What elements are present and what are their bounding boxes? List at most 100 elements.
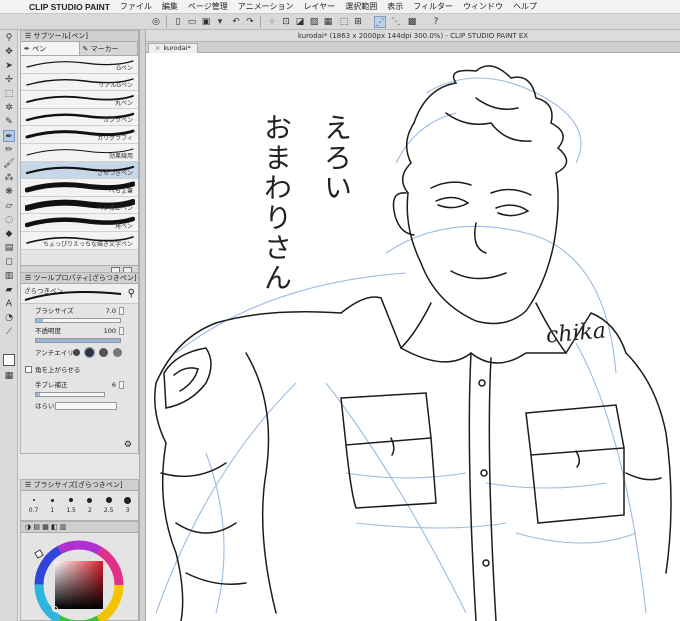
clear-icon[interactable]: ⊡: [280, 16, 292, 28]
snap-grid-icon[interactable]: ▩: [406, 16, 418, 28]
approximate-color-tab-icon[interactable]: ◧: [51, 523, 60, 531]
brush-item[interactable]: ちょっぴりえっちな描き文字ペン: [21, 231, 138, 250]
brush-size-preset[interactable]: [119, 493, 136, 507]
brush-item[interactable]: ベタ修正ペン: [21, 196, 138, 215]
brush-size-preset[interactable]: [44, 493, 61, 507]
panel-menu-icon[interactable]: ☰: [25, 32, 34, 40]
brush-size-value[interactable]: 7.0: [106, 304, 116, 318]
open-file-icon[interactable]: ▭: [186, 16, 198, 28]
menu-filter[interactable]: フィルター: [413, 1, 453, 12]
deselect-icon[interactable]: ▨: [308, 16, 320, 28]
redo-icon[interactable]: ↷: [244, 16, 256, 28]
figure-tool-icon[interactable]: ◻: [3, 256, 15, 268]
panel-menu-icon[interactable]: ☰: [25, 274, 34, 282]
balloon-tool-icon[interactable]: ◔: [3, 312, 15, 324]
antialias-strong-option[interactable]: [113, 348, 122, 357]
settings-gear-icon[interactable]: ⚙: [124, 440, 132, 450]
menu-view[interactable]: 表示: [387, 1, 403, 12]
drawing-canvas[interactable]: えろい おまわりさん chika: [146, 53, 680, 621]
clip-studio-icon[interactable]: ◎: [150, 16, 162, 28]
antialias-weak-option[interactable]: [84, 347, 95, 358]
help-icon[interactable]: ?: [430, 16, 442, 28]
stabilization-spinner[interactable]: [119, 381, 124, 389]
main-color-swatch[interactable]: [3, 340, 15, 352]
snap-special-ruler-icon[interactable]: ⋱: [390, 16, 402, 28]
sweep-selector[interactable]: [55, 402, 117, 410]
color-wheel[interactable]: [21, 533, 138, 621]
airbrush-tool-icon[interactable]: ⁂: [3, 172, 15, 184]
layer-move-tool-icon[interactable]: ✢: [3, 74, 15, 86]
new-file-icon[interactable]: ▯: [172, 16, 184, 28]
brush-size-spinner[interactable]: [119, 307, 124, 315]
correct-line-tool-icon[interactable]: ⟋: [3, 326, 15, 338]
stabilization-value[interactable]: 6: [112, 378, 116, 392]
brush-size-preset[interactable]: [81, 493, 98, 507]
brush-item[interactable]: 効果線用: [21, 143, 138, 162]
brush-size-slider[interactable]: [35, 318, 121, 323]
eyedropper-tool-icon[interactable]: ✎: [3, 116, 15, 128]
invert-selection-icon[interactable]: ▦: [322, 16, 334, 28]
opacity-slider[interactable]: [35, 338, 121, 343]
brush-size-preset[interactable]: [100, 493, 117, 507]
pencil-tool-icon[interactable]: ✏: [3, 144, 15, 156]
ruler-tool-icon[interactable]: ▰: [3, 284, 15, 296]
operation-tool-icon[interactable]: ➤: [3, 60, 15, 72]
brush-item[interactable]: べちょ筆: [21, 179, 138, 197]
snap-ruler-icon[interactable]: ⋰: [374, 16, 386, 28]
fill-tool-icon[interactable]: ◆: [3, 228, 15, 240]
decoration-tool-icon[interactable]: ❋: [3, 186, 15, 198]
close-icon[interactable]: ×: [155, 44, 160, 52]
menu-window[interactable]: ウィンドウ: [463, 1, 503, 12]
antialias-medium-option[interactable]: [99, 348, 108, 357]
blend-tool-icon[interactable]: ◌: [3, 214, 15, 226]
text-tool-icon[interactable]: A: [3, 298, 15, 310]
show-selection-icon[interactable]: ⬚: [338, 16, 350, 28]
brush-item[interactable]: Gペン: [21, 56, 138, 74]
panel-menu-icon[interactable]: ☰: [25, 481, 34, 489]
opacity-spinner[interactable]: [119, 327, 124, 335]
opacity-value[interactable]: 100: [104, 324, 116, 338]
menu-help[interactable]: ヘルプ: [513, 1, 537, 12]
gradient-tool-icon[interactable]: ▤: [3, 242, 15, 254]
stabilization-slider[interactable]: [35, 392, 105, 397]
brush-tool-icon[interactable]: 🖌: [3, 158, 15, 170]
corner-checkbox[interactable]: [25, 366, 32, 373]
brush-size-preset[interactable]: [63, 493, 80, 507]
save-icon[interactable]: ▣: [200, 16, 212, 28]
eraser-tool-icon[interactable]: ▱: [3, 200, 15, 212]
brush-item[interactable]: カリグラフィ: [21, 126, 138, 144]
pen-tool-icon[interactable]: ✒: [3, 130, 15, 142]
undo-icon[interactable]: ↶: [230, 16, 242, 28]
dropdown-icon[interactable]: ▾: [214, 16, 226, 28]
brush-item[interactable]: 角ペン: [21, 214, 138, 232]
brush-item[interactable]: 丸ペン: [21, 91, 138, 109]
menu-selection[interactable]: 選択範囲: [345, 1, 377, 12]
color-slider-tab-icon[interactable]: ▤: [33, 523, 42, 531]
brush-item[interactable]: リアルGペン: [21, 73, 138, 92]
menu-animation[interactable]: アニメーション: [238, 1, 294, 12]
color-set-tab-icon[interactable]: ▦: [42, 523, 51, 531]
move-tool-icon[interactable]: ✥: [3, 46, 15, 58]
brush-item[interactable]: ざらつきペン: [21, 161, 138, 180]
brush-item[interactable]: カブラペン: [21, 108, 138, 127]
color-history-tab-icon[interactable]: ▥: [60, 523, 67, 531]
fill-icon[interactable]: ◪: [294, 16, 306, 28]
selection-launcher-icon[interactable]: ⊞: [352, 16, 364, 28]
antialias-none-option[interactable]: [73, 349, 80, 356]
tab-pen[interactable]: ✒ ペン: [21, 42, 80, 55]
transparent-color-icon[interactable]: ▦: [3, 370, 15, 382]
menu-layer[interactable]: レイヤー: [303, 1, 335, 12]
frame-tool-icon[interactable]: ▥: [3, 270, 15, 282]
transform-icon[interactable]: ⁘: [266, 16, 278, 28]
menu-page[interactable]: ページ管理: [188, 1, 228, 12]
brush-size-preset[interactable]: [25, 493, 42, 507]
sub-color-swatch[interactable]: [3, 354, 15, 366]
menu-file[interactable]: ファイル: [120, 1, 152, 12]
app-name-menu[interactable]: CLIP STUDIO PAINT: [29, 2, 110, 12]
document-tab[interactable]: × kurodai*: [148, 43, 198, 53]
zoom-tool-icon[interactable]: ⚲: [3, 32, 15, 44]
panel-splitter[interactable]: [139, 30, 146, 621]
tab-marker[interactable]: ✎ マーカー: [79, 42, 138, 55]
selection-tool-icon[interactable]: ⬚: [3, 88, 15, 100]
auto-select-tool-icon[interactable]: ✲: [3, 102, 15, 114]
